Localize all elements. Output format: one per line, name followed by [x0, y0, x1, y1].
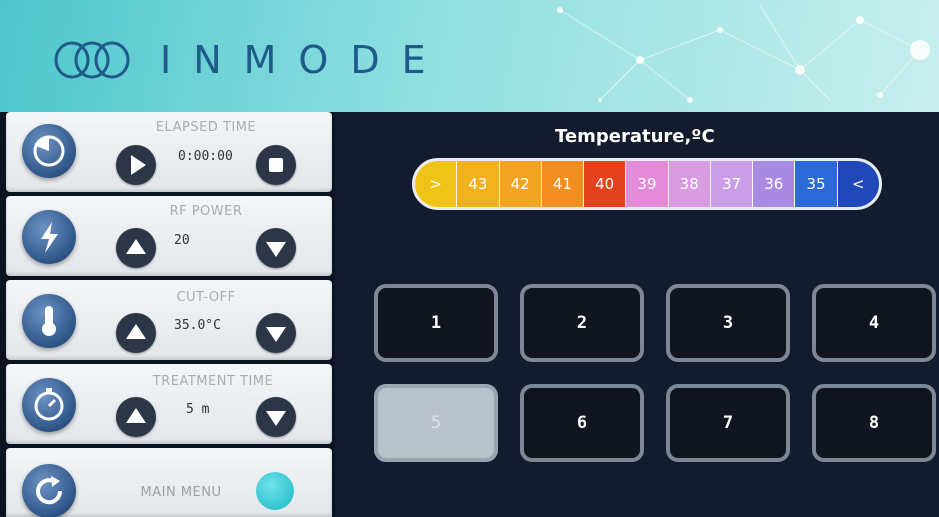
- treatment-time-down-button[interactable]: [256, 397, 296, 437]
- thermometer-icon[interactable]: [22, 294, 76, 348]
- treatment-time-value: 5 m: [186, 402, 210, 417]
- temperature-title: Temperature,ºC: [555, 126, 715, 147]
- main-menu-row[interactable]: MAIN MENU: [6, 448, 332, 517]
- main-menu-status-indicator[interactable]: [256, 472, 294, 510]
- lightning-icon[interactable]: [22, 210, 76, 264]
- cut-off-down-button[interactable]: [256, 313, 296, 353]
- grid-button-6[interactable]: 6: [520, 384, 644, 462]
- treatment-time-up-button[interactable]: [116, 397, 156, 437]
- elapsed-time-label: ELAPSED TIME: [155, 120, 257, 135]
- treatment-time-row: TREATMENT TIME 5 m: [6, 364, 332, 444]
- cut-off-row: CUT-OFF 35.0°C: [6, 280, 332, 360]
- rf-power-label: RF POWER: [169, 204, 243, 219]
- grid-button-8[interactable]: 8: [812, 384, 936, 462]
- temperature-scale: >43 42 41 40 39 38 37 36 35 <: [412, 158, 882, 210]
- header-banner: INMODE: [0, 0, 939, 112]
- grid-button-1[interactable]: 1: [374, 284, 498, 362]
- rf-power-up-button[interactable]: [116, 228, 156, 268]
- temperature-segment: 39: [626, 161, 669, 207]
- control-panel: ELAPSED TIME 0:00:00 RF POWER 20 CUT-OFF…: [0, 112, 335, 517]
- rf-power-row: RF POWER 20: [6, 196, 332, 276]
- temperature-segment: 35: [795, 161, 838, 207]
- device-screen: INMODE ELAPSED TIME 0:00:00 RF POWER 20 …: [0, 0, 939, 517]
- cut-off-label: CUT-OFF: [176, 290, 236, 305]
- stopwatch-icon[interactable]: [22, 378, 76, 432]
- rf-power-down-button[interactable]: [256, 228, 296, 268]
- elapsed-time-value: 0:00:00: [178, 149, 233, 164]
- cut-off-up-button[interactable]: [116, 313, 156, 353]
- stop-button[interactable]: [256, 145, 296, 185]
- scale-increase-button[interactable]: >: [415, 161, 458, 207]
- temperature-segment: 38: [668, 161, 711, 207]
- temperature-segment: 42: [499, 161, 542, 207]
- elapsed-time-row: ELAPSED TIME 0:00:00: [6, 112, 332, 192]
- main-menu-label: MAIN MENU: [140, 485, 222, 500]
- logo-rings-icon: [54, 41, 130, 79]
- cut-off-value: 35.0°C: [174, 318, 221, 333]
- rf-power-value: 20: [174, 233, 190, 248]
- grid-button-5[interactable]: 5: [374, 384, 498, 462]
- temperature-segment: 37: [710, 161, 754, 207]
- grid-button-2[interactable]: 2: [520, 284, 644, 362]
- grid-button-4[interactable]: 4: [812, 284, 936, 362]
- inmode-logo: INMODE: [52, 38, 448, 82]
- treatment-time-label: TREATMENT TIME: [152, 374, 274, 389]
- brand-name: INMODE: [160, 38, 448, 82]
- refresh-icon[interactable]: [22, 464, 76, 517]
- temperature-segment: 41: [541, 161, 585, 207]
- start-button[interactable]: [116, 145, 156, 185]
- grid-button-7[interactable]: 7: [666, 384, 790, 462]
- temperature-segment: 36: [753, 161, 796, 207]
- temperature-segment: 43: [457, 161, 500, 207]
- scale-decrease-button[interactable]: <: [837, 161, 879, 207]
- grid-button-3[interactable]: 3: [666, 284, 790, 362]
- temperature-segment: 40: [584, 161, 627, 207]
- timer-icon[interactable]: [22, 124, 76, 178]
